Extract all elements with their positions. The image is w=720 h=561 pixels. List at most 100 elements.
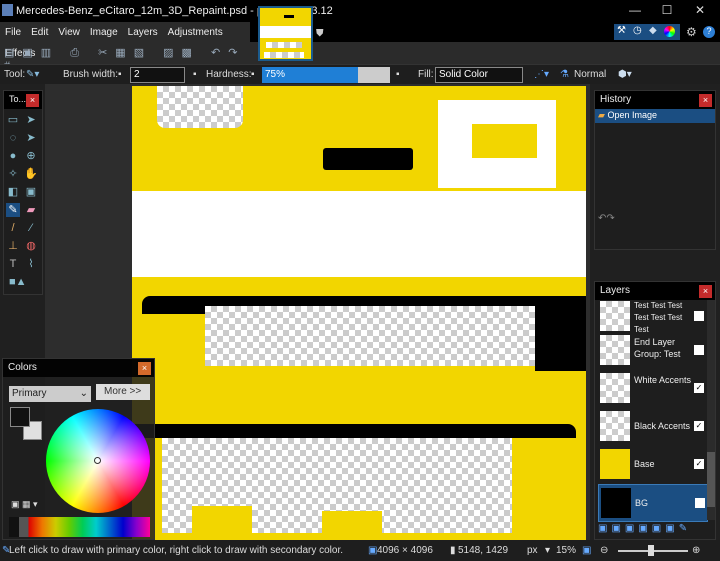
settings-icon[interactable]: ⚙ <box>686 25 697 39</box>
tools-panel-title: To... <box>9 94 27 104</box>
gradient-icon[interactable]: ▣ <box>24 185 38 199</box>
visibility-checkbox[interactable] <box>695 498 705 508</box>
rectangle-select-icon[interactable]: ▭ <box>6 113 20 127</box>
zoom-icon[interactable]: ⊕ <box>24 149 38 163</box>
image-canvas[interactable] <box>132 86 586 540</box>
layers-panel: Layers × Test Test Test Test Test Test Te… <box>594 281 716 540</box>
recolor-icon[interactable]: ◍ <box>24 239 38 253</box>
increase-icon[interactable]: ▪ <box>396 69 400 80</box>
paintbrush-icon[interactable]: ✎ <box>6 203 20 217</box>
hardness-label: Hardness: <box>206 69 252 80</box>
panel-toggle-buttons[interactable]: ⚒ ◷ ◆ <box>614 24 680 40</box>
menu-view[interactable]: View <box>53 22 85 43</box>
clone-stamp-icon[interactable]: ⊥ <box>6 239 20 253</box>
color-mode-select[interactable]: Primary ⌄ <box>9 386 91 402</box>
zoom-fit-icon[interactable]: ▣ <box>582 545 591 556</box>
pan-icon[interactable]: ✋ <box>24 167 38 181</box>
layer-action-buttons[interactable]: ▣▣▣▣▣▣✎ <box>598 523 691 534</box>
tool-label: Tool: <box>4 69 26 80</box>
colors-title: Colors <box>8 362 37 373</box>
move-icon[interactable]: ➤ <box>24 131 38 145</box>
tool-options-bar: Tool: ✎▾ Brush width: ▪ 2 ▪ Hardness: ▪ … <box>0 64 720 84</box>
close-icon[interactable]: × <box>699 94 712 107</box>
visibility-checkbox[interactable]: ✓ <box>694 383 704 393</box>
menu-adjustments[interactable]: Adjustments <box>163 22 228 43</box>
alpha-icon[interactable]: ⬢▾ <box>618 69 632 80</box>
decrease-icon[interactable]: ▪ <box>251 69 255 80</box>
cursor-position: 5148, 1429 <box>458 545 509 556</box>
help-icon[interactable]: ? <box>703 26 715 38</box>
history-panel: History × ▰ Open Image ↶↷ <box>594 90 716 250</box>
text-icon[interactable]: T <box>6 257 20 271</box>
app-icon <box>2 4 13 16</box>
history-item[interactable]: ▰ Open Image <box>595 109 715 123</box>
ellipse-select-icon[interactable]: ● <box>6 149 20 163</box>
color-palette[interactable] <box>9 517 150 537</box>
magic-wand-icon[interactable]: ✧ <box>6 167 20 181</box>
layer-item-selected[interactable]: BG <box>598 484 708 522</box>
layer-item[interactable]: White Accents ✓ <box>598 370 708 408</box>
layers-scrollbar[interactable] <box>707 300 715 520</box>
antialiasing-icon[interactable]: ⋰▾ <box>534 69 549 80</box>
blend-mode-icon[interactable]: ⚗ <box>560 69 569 80</box>
menu-edit[interactable]: Edit <box>26 22 53 43</box>
decrease-icon[interactable]: ▪ <box>118 69 122 80</box>
menu-image[interactable]: Image <box>85 22 123 43</box>
visibility-checkbox[interactable]: ✓ <box>694 421 704 431</box>
tools-icon: ⚒ <box>617 25 626 36</box>
maximize-button[interactable]: ☐ <box>652 3 682 17</box>
image-thumbnail-tab[interactable] <box>258 6 313 61</box>
close-button[interactable]: ✕ <box>685 3 715 17</box>
zoom-out-icon[interactable]: ⊖ <box>600 545 608 556</box>
close-icon[interactable]: × <box>26 94 39 107</box>
menu-file[interactable]: File <box>0 22 26 43</box>
eraser-icon[interactable]: ▰ <box>24 203 38 217</box>
title-bar: Mercedes-Benz_eCitaro_12m_3D_Repaint.psd… <box>0 0 720 22</box>
paintbrush-icon[interactable]: ✎▾ <box>26 69 39 80</box>
cursor-icon: ▮ <box>450 545 456 556</box>
layer-item[interactable]: End Layer Group: Test <box>598 332 708 370</box>
palette-icons[interactable]: ▣ ▦ ▾ <box>11 499 38 510</box>
colors-icon <box>664 26 675 37</box>
history-icon: ◷ <box>633 25 642 36</box>
units-select[interactable]: px <box>527 545 538 556</box>
visibility-checkbox[interactable] <box>694 311 704 321</box>
shapes-icon[interactable]: ■▲ <box>9 275 27 289</box>
line-curve-icon[interactable]: ⌇ <box>24 257 38 271</box>
tab-dropdown-icon[interactable]: ⛊ <box>316 28 324 39</box>
brush-width-input[interactable]: 2 <box>130 67 185 83</box>
colors-panel: Colors × Primary ⌄ More >> ▣ ▦ ▾ <box>2 358 155 540</box>
layer-item[interactable]: Base ✓ <box>598 446 708 484</box>
move-selection-icon[interactable]: ➤ <box>24 113 38 127</box>
hardness-value: 75% <box>262 67 358 83</box>
visibility-checkbox[interactable]: ✓ <box>694 459 704 469</box>
close-icon[interactable]: × <box>138 362 151 375</box>
image-size: 4096 × 4096 <box>377 545 433 556</box>
blend-mode-select[interactable]: Normal <box>574 69 606 80</box>
zoom-in-icon[interactable]: ⊕ <box>692 545 700 556</box>
more-button[interactable]: More >> <box>96 384 150 400</box>
layers-icon: ◆ <box>649 25 657 36</box>
layer-item[interactable]: Test Test Test Test Test Test Test <box>598 298 708 336</box>
history-title: History <box>600 94 632 105</box>
close-icon[interactable]: × <box>699 285 712 298</box>
hardness-slider[interactable]: 75% <box>262 67 390 83</box>
lasso-icon[interactable]: ◌ <box>6 131 20 145</box>
color-picker-icon[interactable]: ⁄ <box>24 221 38 235</box>
primary-color-swatch[interactable] <box>10 407 30 427</box>
minimize-button[interactable]: — <box>620 3 650 17</box>
fill-select[interactable]: Solid Color <box>435 67 523 83</box>
visibility-checkbox[interactable] <box>694 345 704 355</box>
zoom-level[interactable]: 15% <box>556 545 576 556</box>
pencil-icon[interactable]: / <box>6 221 20 235</box>
color-wheel[interactable] <box>46 409 150 513</box>
menu-layers[interactable]: Layers <box>123 22 163 43</box>
brush-width-label: Brush width: <box>63 69 119 80</box>
layer-item[interactable]: Black Accents ✓ <box>598 408 708 446</box>
undo-icon[interactable]: ↶↷ <box>598 213 615 224</box>
layers-title: Layers <box>600 285 631 296</box>
zoom-slider[interactable] <box>618 545 688 556</box>
paint-bucket-icon[interactable]: ◧ <box>6 185 20 199</box>
increase-icon[interactable]: ▪ <box>193 69 197 80</box>
units-dropdown-icon[interactable]: ▾ <box>545 545 550 556</box>
